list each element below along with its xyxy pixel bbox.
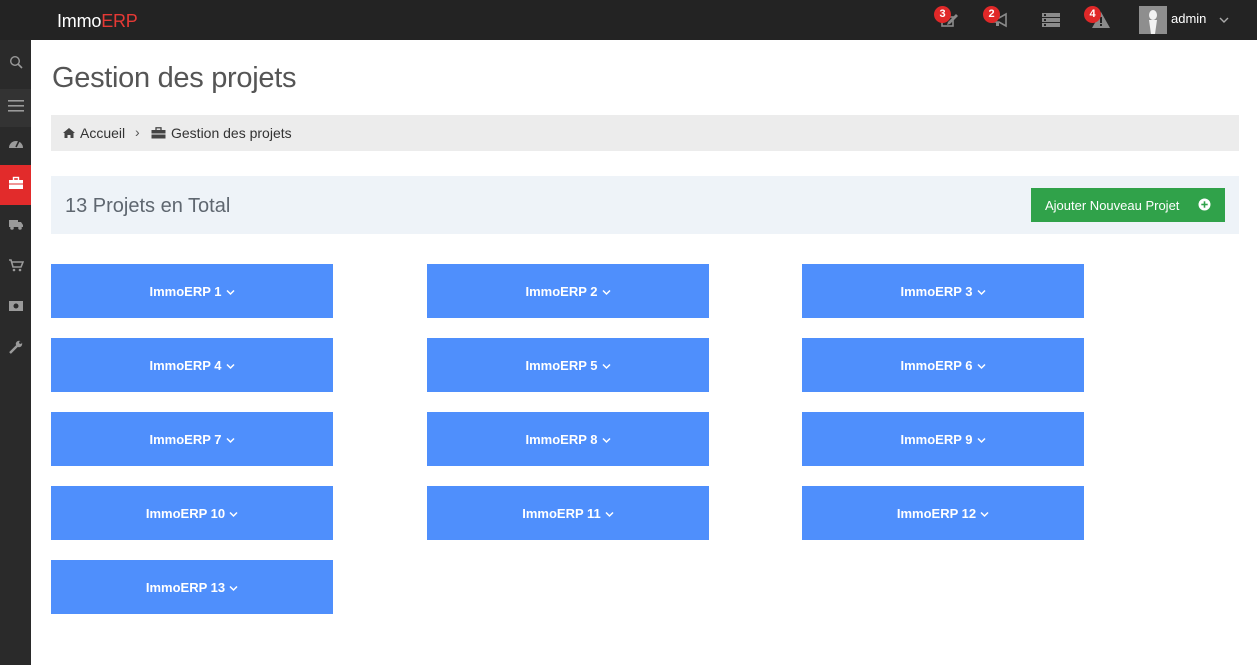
chevron-down-icon bbox=[229, 506, 238, 521]
app-logo[interactable]: ImmoERP bbox=[57, 11, 138, 32]
project-label: ImmoERP 8 bbox=[525, 431, 598, 447]
money-icon bbox=[8, 299, 24, 318]
chevron-down-icon bbox=[976, 432, 986, 447]
breadcrumb-separator: › bbox=[135, 124, 140, 140]
project-button[interactable]: ImmoERP 9 bbox=[802, 412, 1084, 466]
project-button[interactable]: ImmoERP 2 bbox=[427, 264, 709, 318]
cart-icon bbox=[8, 258, 24, 277]
chevron-down-icon bbox=[601, 358, 611, 373]
project-label: ImmoERP 11 bbox=[522, 505, 601, 521]
sidebar-item-projects[interactable] bbox=[0, 165, 31, 205]
sidebar-item-dashboard[interactable] bbox=[0, 125, 31, 165]
project-button[interactable]: ImmoERP 5 bbox=[427, 338, 709, 392]
project-button[interactable]: ImmoERP 4 bbox=[51, 338, 333, 392]
project-button[interactable]: ImmoERP 6 bbox=[802, 338, 1084, 392]
project-label: ImmoERP 12 bbox=[896, 505, 977, 521]
project-button[interactable]: ImmoERP 13 bbox=[51, 560, 333, 614]
sidebar-item-search[interactable] bbox=[0, 44, 31, 84]
add-project-label: Ajouter Nouveau Projet bbox=[1045, 198, 1180, 213]
chevron-down-icon bbox=[976, 284, 986, 299]
project-button[interactable]: ImmoERP 7 bbox=[51, 412, 333, 466]
home-icon bbox=[62, 126, 76, 144]
notification-badge: 4 bbox=[1084, 6, 1101, 23]
chevron-down-icon bbox=[225, 284, 235, 299]
project-label: ImmoERP 7 bbox=[149, 431, 222, 447]
chevron-down-icon bbox=[605, 506, 614, 521]
avatar bbox=[1139, 6, 1167, 34]
dashboard-icon bbox=[8, 136, 24, 155]
sidebar-item-menu[interactable] bbox=[0, 89, 31, 127]
chevron-down-icon bbox=[225, 432, 235, 447]
project-button[interactable]: ImmoERP 12 bbox=[802, 486, 1084, 540]
project-button[interactable]: ImmoERP 1 bbox=[51, 264, 333, 318]
sidebar-item-settings[interactable] bbox=[0, 329, 31, 369]
breadcrumb: Accueil › Gestion des projets bbox=[51, 115, 1239, 151]
projects-summary-panel: 13 Projets en Total Ajouter Nouveau Proj… bbox=[51, 176, 1239, 234]
chevron-down-icon bbox=[1219, 11, 1229, 29]
project-button[interactable]: ImmoERP 3 bbox=[802, 264, 1084, 318]
briefcase-icon bbox=[151, 126, 166, 144]
chevron-down-icon bbox=[980, 506, 989, 521]
truck-icon bbox=[8, 217, 24, 236]
project-label: ImmoERP 6 bbox=[900, 357, 973, 373]
projects-count: 13 Projets en Total bbox=[65, 195, 231, 217]
notification-badge: 2 bbox=[983, 6, 1000, 23]
breadcrumb-home[interactable]: Accueil bbox=[80, 125, 125, 141]
search-icon bbox=[9, 55, 23, 74]
plus-circle-icon bbox=[1198, 198, 1211, 214]
sidebar-item-cart[interactable] bbox=[0, 247, 31, 287]
page-title: Gestion des projets bbox=[52, 62, 297, 94]
project-label: ImmoERP 2 bbox=[525, 283, 598, 299]
breadcrumb-current: Gestion des projets bbox=[171, 125, 292, 141]
menu-icon bbox=[7, 99, 24, 118]
brand-main: Immo bbox=[57, 11, 102, 31]
sidebar-item-logistics[interactable] bbox=[0, 206, 31, 246]
project-label: ImmoERP 10 bbox=[145, 505, 226, 521]
chevron-down-icon bbox=[225, 358, 235, 373]
chevron-down-icon bbox=[601, 284, 611, 299]
project-button[interactable]: ImmoERP 10 bbox=[51, 486, 333, 540]
sidebar bbox=[0, 40, 31, 665]
notification-badge: 3 bbox=[934, 6, 951, 23]
project-button[interactable]: ImmoERP 11 bbox=[427, 486, 709, 540]
project-button[interactable]: ImmoERP 8 bbox=[427, 412, 709, 466]
project-label: ImmoERP 13 bbox=[145, 579, 226, 595]
wrench-icon bbox=[8, 339, 24, 360]
project-label: ImmoERP 1 bbox=[149, 283, 222, 299]
briefcase-icon bbox=[8, 176, 24, 195]
top-navbar: ImmoERP 3 2 4 admin bbox=[0, 0, 1257, 40]
sidebar-item-finance[interactable] bbox=[0, 288, 31, 328]
server-icon[interactable] bbox=[1040, 9, 1062, 31]
chevron-down-icon bbox=[229, 580, 238, 595]
project-label: ImmoERP 5 bbox=[525, 357, 598, 373]
username: admin bbox=[1171, 11, 1207, 26]
chevron-down-icon bbox=[601, 432, 611, 447]
project-label: ImmoERP 3 bbox=[900, 283, 973, 299]
chevron-down-icon bbox=[976, 358, 986, 373]
project-label: ImmoERP 4 bbox=[149, 357, 222, 373]
project-label: ImmoERP 9 bbox=[900, 431, 973, 447]
add-project-button[interactable]: Ajouter Nouveau Projet bbox=[1031, 188, 1225, 222]
brand-accent: ERP bbox=[101, 11, 138, 31]
